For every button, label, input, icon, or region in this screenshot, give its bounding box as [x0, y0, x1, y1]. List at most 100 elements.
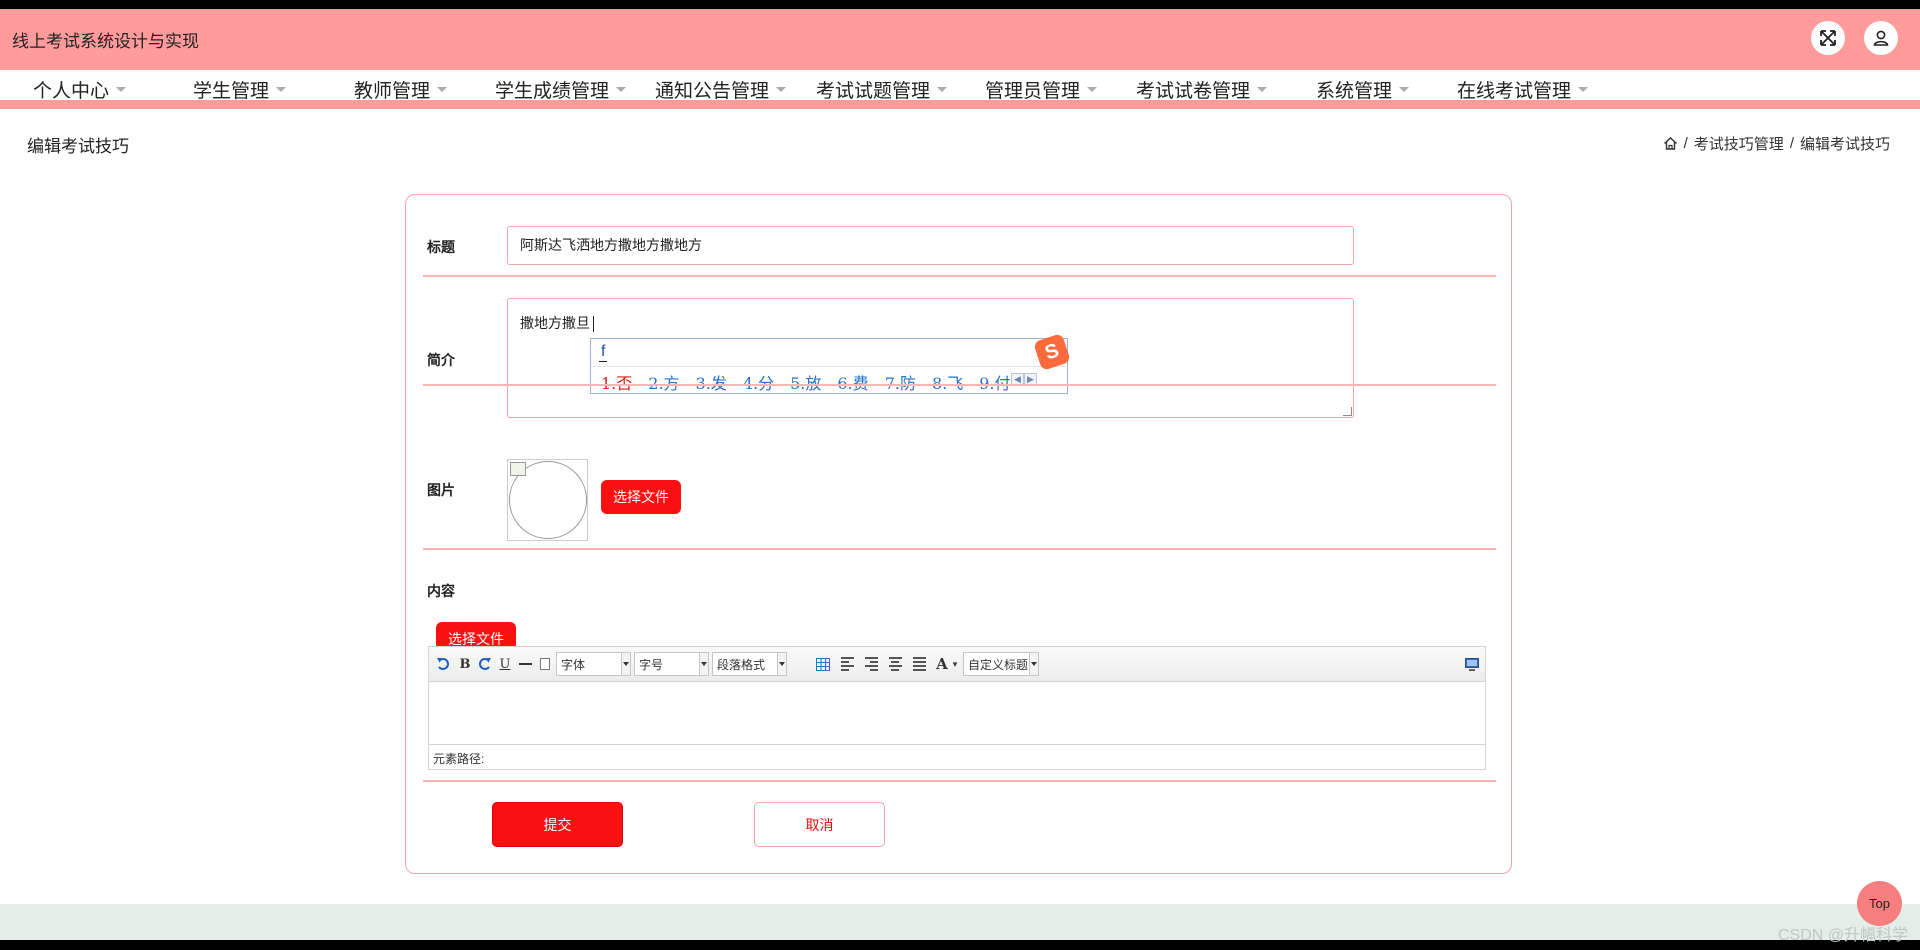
submit-button[interactable]: 提交	[492, 802, 623, 847]
fullscreen-editor-icon[interactable]	[1464, 656, 1480, 672]
row-divider	[423, 384, 1496, 386]
horizontal-rule-icon[interactable]	[517, 656, 533, 672]
nav-item-personal-center[interactable]: 个人中心	[33, 76, 127, 103]
nav-item-system[interactable]: 系统管理	[1316, 76, 1410, 103]
editor-content-area[interactable]	[429, 682, 1485, 745]
sogou-logo-icon[interactable]: S	[1033, 333, 1071, 371]
editor-element-path: 元素路径:	[433, 752, 485, 766]
user-menu-button[interactable]	[1864, 21, 1898, 55]
dropdown-arrow-icon	[777, 653, 786, 675]
breadcrumb-current: 编辑考试技巧	[1799, 136, 1890, 153]
ime-candidate[interactable]: 4.分	[743, 370, 774, 394]
nav-item-scores[interactable]: 学生成绩管理	[495, 76, 627, 103]
caret-down-icon	[116, 87, 127, 93]
page: 线上考试系统设计与实现 个人中心 学生管理 教师管理 学生成绩管理 通知公告管理…	[0, 9, 1920, 944]
font-size-select[interactable]: 字号	[634, 652, 709, 676]
back-to-top-button[interactable]: Top	[1857, 881, 1902, 926]
nav-item-label: 在线考试管理	[1457, 81, 1572, 102]
text-cursor	[593, 316, 594, 333]
ime-candidate-list: 1.否 2.方 3.发 4.分 5.放 6.费 7.防 8.飞 9.付	[601, 370, 1011, 394]
nav-item-label: 教师管理	[354, 81, 431, 102]
ime-candidate[interactable]: 1.否	[601, 370, 632, 394]
nav-item-online-exam[interactable]: 在线考试管理	[1457, 76, 1589, 103]
redo-icon[interactable]	[477, 656, 493, 672]
intro-label: 简介	[427, 352, 455, 368]
bold-icon[interactable]: B	[457, 656, 473, 672]
home-icon[interactable]	[1663, 136, 1678, 151]
intro-text: 撒地方撒旦	[520, 315, 590, 331]
font-family-select-label: 字体	[561, 658, 586, 672]
ime-candidate[interactable]: 7.防	[885, 370, 916, 394]
chevron-down-icon[interactable]: ▾	[947, 656, 963, 672]
paragraph-format-select-label: 段落格式	[717, 658, 766, 672]
row-divider	[423, 548, 1496, 550]
nav-item-label: 学生管理	[193, 81, 270, 102]
user-icon	[1873, 30, 1889, 46]
resize-handle-icon[interactable]	[1343, 407, 1352, 416]
underline-icon[interactable]: U	[497, 656, 513, 672]
custom-heading-select[interactable]: 自定义标题	[963, 652, 1039, 676]
ime-candidate[interactable]: 9.付	[979, 370, 1010, 394]
row-divider	[423, 275, 1496, 277]
ime-candidate[interactable]: 3.发	[696, 370, 727, 394]
fullscreen-button[interactable]	[1811, 21, 1845, 55]
ime-composition-bar: f S	[591, 333, 1071, 371]
image-preview	[507, 459, 588, 541]
fullscreen-icon	[1820, 30, 1836, 46]
broken-image-icon	[510, 462, 526, 476]
caret-down-icon	[1399, 87, 1410, 93]
breadcrumb-separator: /	[1789, 135, 1794, 152]
align-justify-icon[interactable]	[911, 656, 927, 672]
ime-candidate[interactable]: 5.放	[790, 370, 821, 394]
title-label: 标题	[427, 239, 455, 255]
app-title: 线上考试系统设计与实现	[12, 32, 199, 51]
watermark: CSDN @升幅科学	[1777, 927, 1908, 944]
edit-form-card: 标题 阿斯达飞洒地方撒地方撒地方 简介 撒地方撒旦 f S 1.否 2.方 3.…	[405, 194, 1512, 874]
dropdown-arrow-icon	[699, 653, 708, 675]
nav-item-label: 通知公告管理	[655, 81, 770, 102]
breadcrumb-separator: /	[1683, 135, 1688, 152]
nav-item-papers[interactable]: 考试试卷管理	[1136, 76, 1268, 103]
clear-format-icon[interactable]	[537, 656, 553, 672]
dropdown-arrow-icon	[1029, 653, 1038, 675]
caret-down-icon	[1257, 87, 1268, 93]
cancel-button[interactable]: 取消	[754, 802, 885, 847]
undo-icon[interactable]	[435, 656, 451, 672]
image-choose-file-button[interactable]: 选择文件	[601, 480, 681, 514]
ime-candidate[interactable]: 2.方	[648, 370, 679, 394]
align-center-icon[interactable]	[887, 656, 903, 672]
align-right-icon[interactable]	[863, 656, 879, 672]
row-divider	[423, 780, 1496, 782]
paragraph-format-select[interactable]: 段落格式	[712, 652, 787, 676]
nav-item-label: 考试试卷管理	[1136, 81, 1251, 102]
top-header: 线上考试系统设计与实现	[0, 9, 1920, 70]
nav-item-questions[interactable]: 考试试题管理	[816, 76, 948, 103]
dropdown-arrow-icon	[621, 653, 630, 675]
font-family-select[interactable]: 字体	[556, 652, 631, 676]
caret-down-icon	[937, 87, 948, 93]
caret-down-icon	[276, 87, 287, 93]
footer	[0, 904, 1920, 940]
content-label: 内容	[427, 583, 455, 599]
nav-item-admins[interactable]: 管理员管理	[985, 76, 1098, 103]
ime-composition-text: f	[599, 343, 608, 362]
breadcrumb: / 考试技巧管理 / 编辑考试技巧	[1663, 133, 1890, 154]
nav-item-students[interactable]: 学生管理	[193, 76, 287, 103]
editor-toolbar: B U 字体 字号 段落格式 A ▾ 自定义标题	[429, 647, 1485, 682]
align-left-icon[interactable]	[839, 656, 855, 672]
insert-table-icon[interactable]	[815, 656, 831, 672]
caret-down-icon	[437, 87, 448, 93]
caret-down-icon	[1578, 87, 1589, 93]
nav-item-notices[interactable]: 通知公告管理	[655, 76, 787, 103]
title-input[interactable]: 阿斯达飞洒地方撒地方撒地方	[507, 226, 1354, 265]
nav-item-label: 个人中心	[33, 81, 110, 102]
ime-candidate[interactable]: 8.飞	[932, 370, 963, 394]
ime-candidate[interactable]: 6.费	[837, 370, 868, 394]
nav-item-label: 考试试题管理	[816, 81, 931, 102]
breadcrumb-item[interactable]: 考试技巧管理	[1694, 133, 1784, 154]
nav-item-label: 系统管理	[1316, 81, 1393, 102]
nav-item-teachers[interactable]: 教师管理	[354, 76, 448, 103]
caret-down-icon	[776, 87, 787, 93]
rich-text-editor: B U 字体 字号 段落格式 A ▾ 自定义标题 元素路径:	[428, 646, 1486, 770]
font-size-select-label: 字号	[639, 658, 664, 672]
